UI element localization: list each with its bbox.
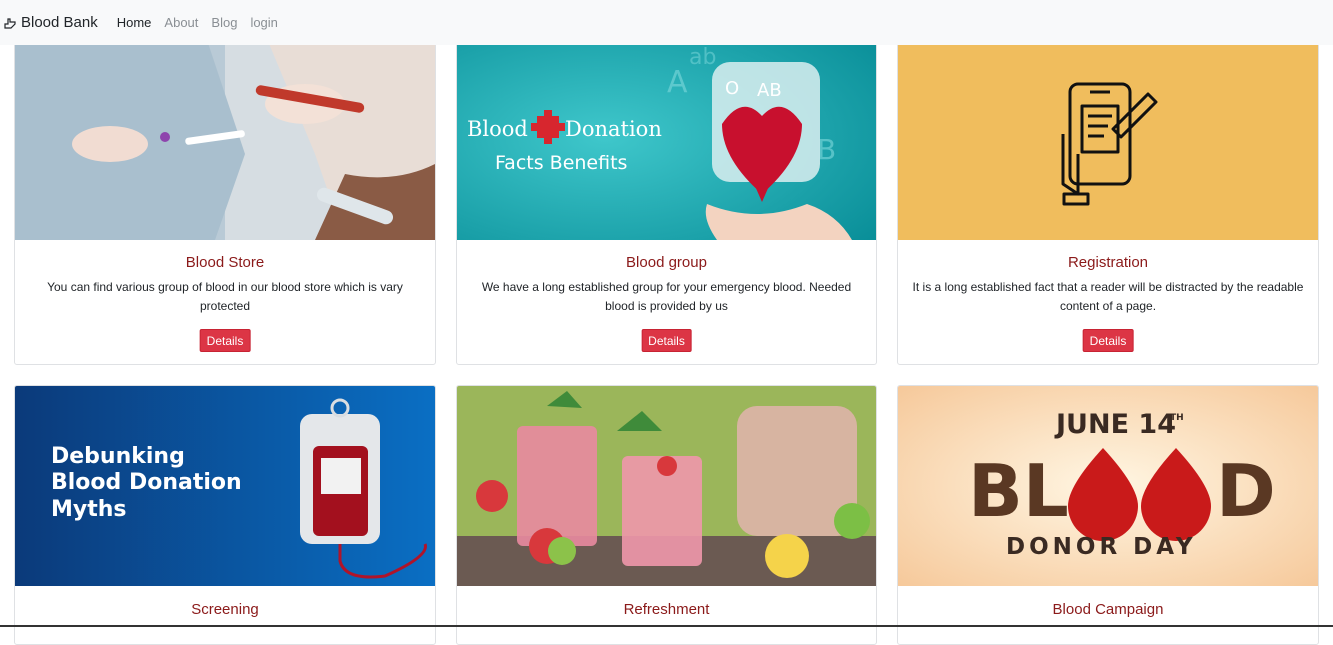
- myths-banner: Debunking Blood Donation Myths: [15, 386, 435, 586]
- card-refreshment: Refreshment: [456, 385, 877, 645]
- card-blood-campaign: JUNE 14 TH BL D DONOR DAY Blood Campaign: [897, 385, 1319, 645]
- blood-donation-banner: A ab B O AB Blood Donation Facts Benefit…: [457, 34, 876, 240]
- banner-word-right: D: [1216, 449, 1276, 533]
- blood-letter: A: [667, 65, 688, 100]
- details-button[interactable]: Details: [641, 329, 692, 352]
- card-text: It is a long established fact that a rea…: [912, 280, 1304, 313]
- card-screening: Debunking Blood Donation Myths Screening: [14, 385, 436, 645]
- banner-subtitle: DONOR DAY: [1006, 534, 1197, 560]
- card-image-blood-group: A ab B O AB Blood Donation Facts Benefit…: [457, 34, 876, 240]
- card-image-registration: [898, 34, 1318, 240]
- banner-word: Donation: [565, 117, 662, 141]
- navbar-brand[interactable]: Blood Bank: [3, 14, 98, 31]
- banner-line: Blood Donation: [51, 470, 242, 495]
- banner-date-sup: TH: [1170, 413, 1184, 423]
- banner-date: JUNE 14: [1054, 409, 1176, 440]
- blood-letter: AB: [757, 80, 782, 101]
- nav-link-login[interactable]: login: [250, 15, 277, 30]
- card-image-blood-campaign: JUNE 14 TH BL D DONOR DAY: [898, 386, 1318, 586]
- card-title: Blood group: [626, 254, 707, 271]
- card-title: Blood Store: [185, 254, 265, 271]
- card-registration: Registration It is a long established fa…: [897, 33, 1319, 365]
- card-title: Refreshment: [623, 601, 710, 618]
- card-title: Screening: [191, 601, 259, 618]
- phone-registration-icon: [898, 34, 1318, 240]
- details-button[interactable]: Details: [199, 329, 251, 352]
- card-image-screening: Debunking Blood Donation Myths: [15, 386, 435, 586]
- banner-subtitle: Facts Benefits: [495, 152, 627, 174]
- card-image-blood-store: [15, 34, 435, 240]
- navbar: Blood Bank Home About Blog login: [0, 0, 1333, 45]
- details-button[interactable]: Details: [1082, 329, 1134, 352]
- banner-line: Debunking: [51, 444, 185, 469]
- hand-icon: [4, 17, 16, 29]
- nav-link-home[interactable]: Home: [117, 15, 152, 30]
- card-blood-store: Blood Store You can find various group o…: [14, 33, 436, 365]
- banner-word-left: BL: [968, 449, 1069, 533]
- nav-link-about[interactable]: About: [164, 15, 198, 30]
- card-image-refreshment: [457, 386, 876, 586]
- card-text: We have a long established group for you…: [481, 280, 852, 313]
- card-text: You can find various group of blood in o…: [47, 280, 403, 313]
- donor-day-banner: JUNE 14 TH BL D DONOR DAY: [898, 386, 1318, 586]
- blood-sample-photo: [15, 34, 435, 240]
- card-blood-group: A ab B O AB Blood Donation Facts Benefit…: [456, 33, 877, 365]
- card-title: Registration: [1067, 254, 1149, 271]
- brand-label: Blood Bank: [21, 14, 98, 31]
- drinks-photo: [457, 386, 876, 586]
- nav-link-blog[interactable]: Blog: [211, 15, 237, 30]
- blood-letter: O: [725, 78, 739, 99]
- banner-word: Blood: [467, 117, 528, 141]
- blood-letter: ab: [689, 45, 716, 70]
- banner-line: Myths: [51, 497, 127, 522]
- card-title: Blood Campaign: [1052, 601, 1164, 618]
